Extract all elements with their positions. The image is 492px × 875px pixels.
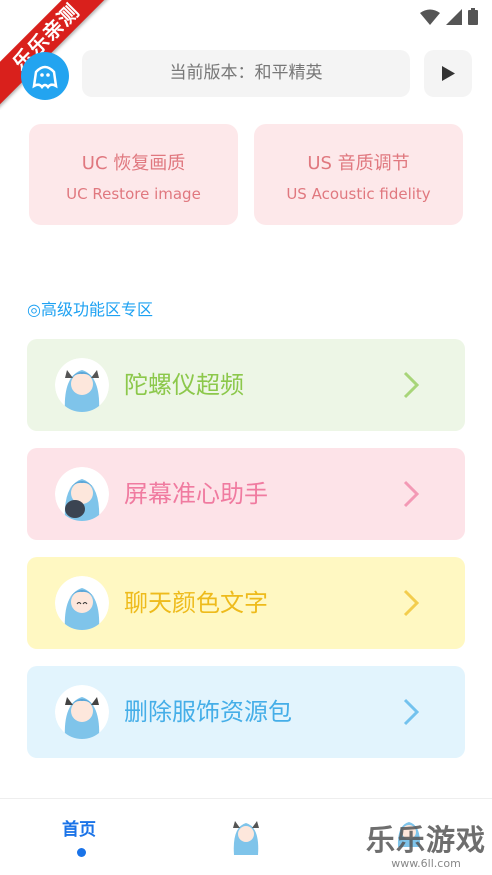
app-logo[interactable] xyxy=(21,52,69,100)
watermark: 乐乐游戏 www.6ll.com xyxy=(366,817,486,870)
card-subtitle: UC Restore image xyxy=(66,185,201,203)
feature-label: 陀螺仪超频 xyxy=(124,371,244,399)
nav-anime-tab[interactable] xyxy=(229,817,263,855)
version-display[interactable]: 当前版本：和平精英 xyxy=(82,50,410,97)
feature-gyro-overclock[interactable]: 陀螺仪超频 xyxy=(27,339,465,431)
chevron-right-icon xyxy=(403,480,420,508)
card-title: UC 恢复画质 xyxy=(81,153,186,174)
nav-home-tab[interactable]: 首页 xyxy=(62,815,96,840)
active-indicator xyxy=(77,848,86,857)
feature-label: 聊天颜色文字 xyxy=(124,589,268,617)
anime-avatar xyxy=(55,576,109,630)
feature-delete-costume-pack[interactable]: 删除服饰资源包 xyxy=(27,666,465,758)
signal-icon xyxy=(446,8,462,25)
anime-avatar xyxy=(55,467,109,521)
ghost-icon xyxy=(32,65,58,90)
play-button[interactable] xyxy=(424,50,472,97)
feature-label: 屏幕准心助手 xyxy=(124,480,268,508)
card-subtitle: US Acoustic fidelity xyxy=(286,185,431,203)
feature-crosshair-assistant[interactable]: 屏幕准心助手 xyxy=(27,448,465,540)
feature-chat-color-text[interactable]: 聊天颜色文字 xyxy=(27,557,465,649)
section-title: ◎高级功能区专区 xyxy=(27,300,153,319)
anime-avatar xyxy=(55,685,109,739)
chevron-right-icon xyxy=(403,589,420,617)
uc-restore-card[interactable]: UC 恢复画质 UC Restore image xyxy=(29,124,238,225)
chevron-right-icon xyxy=(403,698,420,726)
us-acoustic-card[interactable]: US 音质调节 US Acoustic fidelity xyxy=(254,124,463,225)
anime-avatar xyxy=(55,358,109,412)
wifi-icon xyxy=(420,9,440,25)
anime-character-icon xyxy=(233,821,259,855)
feature-label: 删除服饰资源包 xyxy=(124,698,292,726)
play-icon xyxy=(442,66,455,81)
card-title: US 音质调节 xyxy=(307,153,410,174)
bottom-nav: 首页 乐乐游戏 www.6ll.com xyxy=(0,798,492,875)
chevron-right-icon xyxy=(403,371,420,399)
watermark-title: 乐乐游戏 xyxy=(365,823,486,857)
battery-icon xyxy=(468,8,478,25)
